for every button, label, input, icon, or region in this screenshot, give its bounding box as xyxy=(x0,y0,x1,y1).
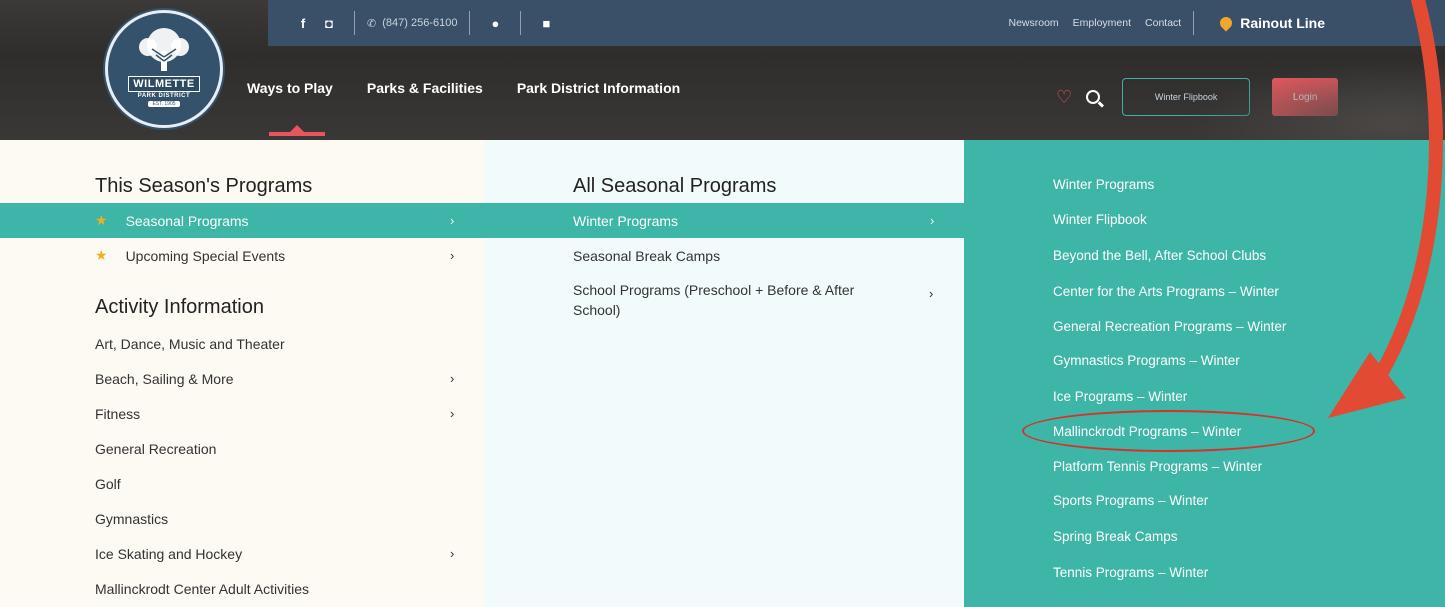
newsroom-link[interactable]: Newsroom xyxy=(1008,17,1058,29)
instagram-icon[interactable]: ◘ xyxy=(316,16,342,31)
link-sports-winter[interactable]: Sports Programs – Winter xyxy=(1053,493,1208,508)
link-beyond-the-bell[interactable]: Beyond the Bell, After School Clubs xyxy=(1053,248,1266,263)
star-icon: ★ xyxy=(95,212,108,228)
link-winter-flipbook[interactable]: Winter Flipbook xyxy=(1053,212,1147,227)
menu-item-label: Winter Programs xyxy=(573,212,679,229)
link-ice-programs-winter[interactable]: Ice Programs – Winter xyxy=(1053,389,1187,404)
link-winter-programs[interactable]: Winter Programs xyxy=(1053,177,1154,192)
facebook-icon[interactable]: f xyxy=(290,16,316,31)
menu-item-label: Seasonal Programs xyxy=(125,212,249,229)
nav-parks-facilities[interactable]: Parks & Facilities xyxy=(367,80,483,96)
divider xyxy=(1193,11,1195,35)
menu-item-label: Seasonal Break Camps xyxy=(573,247,721,264)
nav-park-district-information[interactable]: Park District Information xyxy=(517,80,680,96)
calendar-icon[interactable]: ■ xyxy=(533,16,559,31)
heading-this-season: This Season's Programs xyxy=(95,175,313,197)
chevron-right-icon: › xyxy=(929,286,934,301)
link-center-for-the-arts[interactable]: Center for the Arts Programs – Winter xyxy=(1053,284,1279,299)
nav-ways-to-play[interactable]: Ways to Play xyxy=(247,80,333,136)
site-header: f ◘ ✆ (847) 256-6100 ● ■ Newsroom Employ… xyxy=(0,0,1445,140)
phone-icon: ✆ xyxy=(367,17,377,30)
phone-number: (847) 256-6100 xyxy=(382,17,458,29)
header-actions: ♡ Winter Flipbook Login xyxy=(1056,78,1339,116)
tree-logo-icon xyxy=(139,28,189,71)
menu-item-winter-programs[interactable]: Winter Programs › xyxy=(484,203,964,238)
menu-item-label: Beach, Sailing & More xyxy=(95,370,234,387)
menu-item-upcoming-events[interactable]: ★ Upcoming Special Events › xyxy=(0,238,484,273)
menu-item-label: Golf xyxy=(95,475,121,492)
employment-link[interactable]: Employment xyxy=(1073,17,1131,29)
menu-item-school-programs[interactable]: School Programs (Preschool + Before & Af… xyxy=(573,280,953,324)
menu-item-mallinckrodt-adult[interactable]: Mallinckrodt Center Adult Activities xyxy=(95,571,475,606)
menu-item-label: Fitness xyxy=(95,405,141,422)
menu-item-gymnastics[interactable]: Gymnastics xyxy=(95,501,475,536)
menu-item-label: Upcoming Special Events xyxy=(125,247,286,264)
menu-item-beach-sailing[interactable]: Beach, Sailing & More › xyxy=(95,361,475,396)
menu-item-label: General Recreation xyxy=(95,440,217,457)
chevron-right-icon: › xyxy=(450,371,455,386)
menu-item-label: Gymnastics xyxy=(95,510,169,527)
chevron-right-icon: › xyxy=(450,406,455,421)
heart-icon[interactable]: ♡ xyxy=(1056,87,1072,108)
logo-name: WILMETTE xyxy=(128,76,200,92)
star-icon: ★ xyxy=(95,247,108,263)
rainout-icon xyxy=(1217,14,1235,32)
chevron-right-icon: › xyxy=(450,546,455,561)
heading-all-seasonal-programs: All Seasonal Programs xyxy=(573,175,777,197)
logo-subtitle: PARK DISTRICT xyxy=(137,93,191,99)
menu-item-label: Mallinckrodt Center Adult Activities xyxy=(95,580,309,597)
menu-item-seasonal-programs[interactable]: ★ Seasonal Programs › xyxy=(0,203,484,238)
divider xyxy=(469,11,471,35)
chevron-right-icon: › xyxy=(450,213,455,228)
menu-item-label: Art, Dance, Music and Theater xyxy=(95,335,285,352)
chevron-right-icon: › xyxy=(930,213,935,228)
map-pin-icon[interactable]: ● xyxy=(482,16,508,31)
menu-item-art-dance[interactable]: Art, Dance, Music and Theater xyxy=(95,326,475,361)
divider xyxy=(354,11,355,35)
menu-item-fitness[interactable]: Fitness › xyxy=(95,396,475,431)
link-spring-break-camps[interactable]: Spring Break Camps xyxy=(1053,529,1178,544)
menu-item-label: Ice Skating and Hockey xyxy=(95,545,243,562)
menu-item-golf[interactable]: Golf xyxy=(95,466,475,501)
menu-item-seasonal-break-camps[interactable]: Seasonal Break Camps xyxy=(573,238,953,273)
link-platform-tennis-winter[interactable]: Platform Tennis Programs – Winter xyxy=(1053,459,1262,474)
utility-bar: f ◘ ✆ (847) 256-6100 ● ■ Newsroom Employ… xyxy=(268,0,1445,46)
phone-link[interactable]: ✆ (847) 256-6100 xyxy=(367,17,457,30)
winter-flipbook-button[interactable]: Winter Flipbook xyxy=(1122,78,1251,116)
menu-item-label: School Programs (Preschool + Before & Af… xyxy=(573,282,855,318)
contact-link[interactable]: Contact xyxy=(1145,17,1181,29)
menu-item-general-recreation[interactable]: General Recreation xyxy=(95,431,475,466)
curved-arrow-annotation xyxy=(1328,0,1443,418)
site-logo[interactable]: WILMETTE PARK DISTRICT EST. 1905 xyxy=(105,10,223,128)
link-general-recreation-winter[interactable]: General Recreation Programs – Winter xyxy=(1053,319,1286,334)
search-icon[interactable] xyxy=(1086,90,1101,104)
highlight-ring-annotation xyxy=(1022,410,1315,452)
menu-item-ice-skating[interactable]: Ice Skating and Hockey › xyxy=(95,536,475,571)
main-nav: Ways to Play Parks & Facilities Park Dis… xyxy=(247,80,680,136)
divider xyxy=(520,11,522,35)
heading-activity-information: Activity Information xyxy=(95,296,264,318)
link-tennis-winter[interactable]: Tennis Programs – Winter xyxy=(1053,565,1208,580)
link-gymnastics-winter[interactable]: Gymnastics Programs – Winter xyxy=(1053,353,1240,368)
logo-est: EST. 1905 xyxy=(148,101,180,107)
chevron-right-icon: › xyxy=(450,248,455,263)
